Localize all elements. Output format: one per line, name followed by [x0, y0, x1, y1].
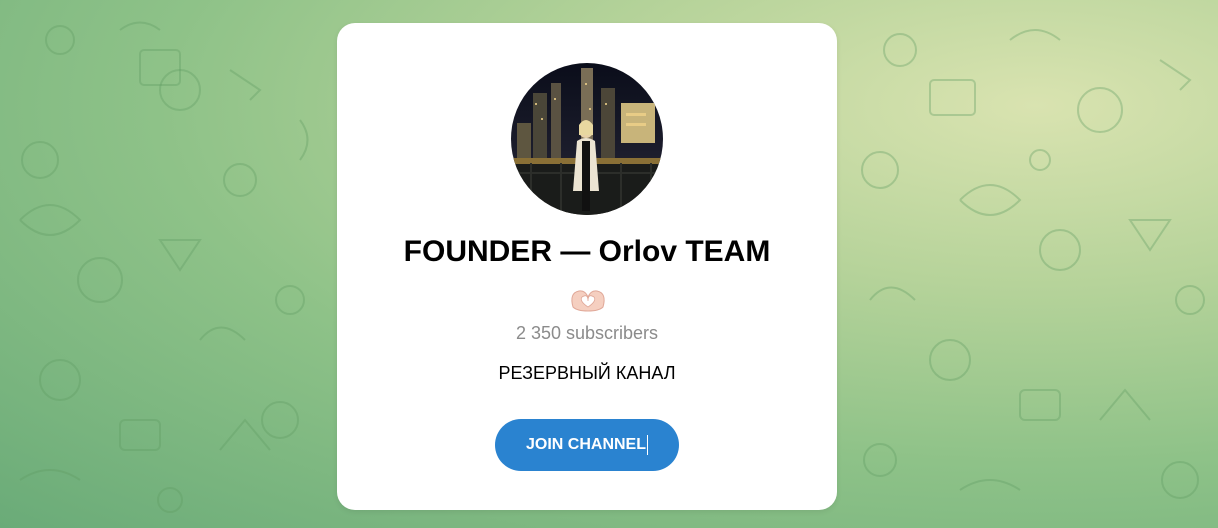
channel-title: FOUNDER — Orlov TEAM [403, 235, 771, 268]
text-cursor [647, 435, 648, 455]
channel-card: FOUNDER — Orlov TEAM 2 350 subscribers Р… [337, 23, 837, 510]
channel-description: РЕЗЕРВНЫЙ КАНАЛ [498, 363, 676, 383]
join-channel-button[interactable]: JOIN CHANNEL [495, 419, 679, 471]
channel-avatar [511, 63, 663, 215]
join-channel-label: JOIN CHANNEL [525, 436, 646, 453]
heart-hands-icon [569, 285, 607, 313]
subscriber-count: 2 350 subscribers [515, 323, 659, 343]
